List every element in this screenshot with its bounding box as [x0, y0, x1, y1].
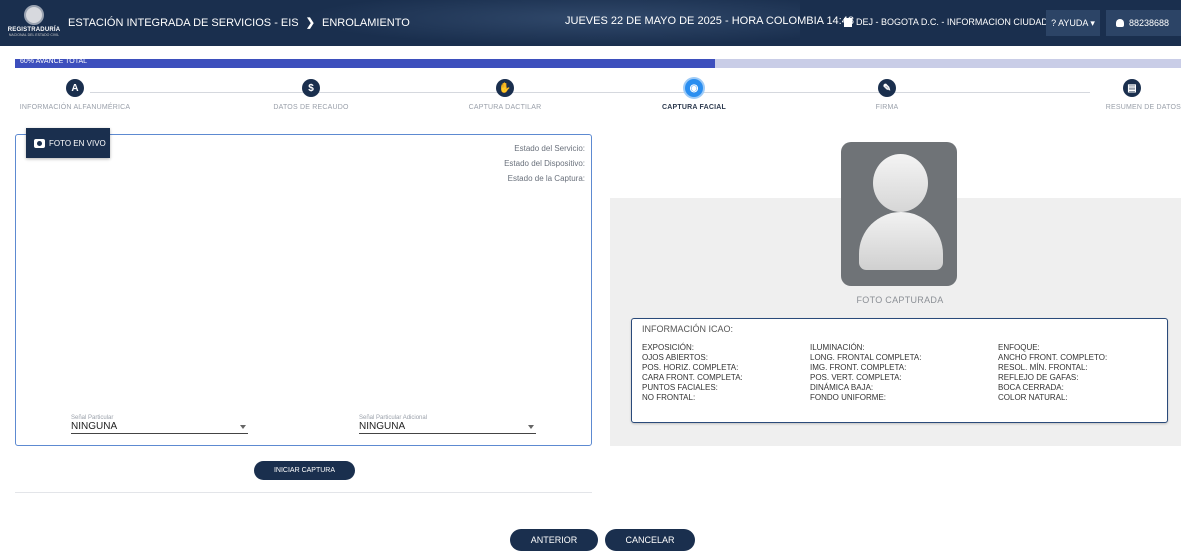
dollar-icon: $ [302, 79, 320, 97]
coat-of-arms-icon [24, 5, 44, 25]
icao-item: DINÁMICA BAJA: [810, 383, 874, 392]
additional-sign-select[interactable]: Señal Particular Adicional NINGUNA [359, 415, 536, 434]
icao-info-box: INFORMACIÓN ICAO: EXPOSICIÓN: ILUMINACIÓ… [631, 318, 1168, 423]
selected-value: NINGUNA [71, 421, 118, 432]
additional-sign-dropdown[interactable]: NINGUNA [359, 421, 536, 434]
avatar-placeholder-icon [841, 142, 957, 286]
step-captura-dactilar[interactable]: ✋ CAPTURA DACTILAR [415, 79, 595, 111]
help-menu-button[interactable]: ? AYUDA ▾ [1046, 10, 1100, 36]
step-firma[interactable]: ✎ FIRMA [797, 79, 977, 111]
camera-icon [34, 138, 45, 148]
icao-item: ILUMINACIÓN: [810, 343, 865, 352]
date-time-display: JUEVES 22 DE MAYO DE 2025 - HORA COLOMBI… [565, 15, 854, 27]
icao-item: EXPOSICIÓN: [642, 343, 695, 352]
progress-bar [15, 59, 1181, 68]
live-photo-label: FOTO EN VIVO [49, 138, 106, 148]
progress-label: 60% AVANCE TOTAL [20, 58, 88, 65]
icao-item: POS. VERT. COMPLETA: [810, 373, 902, 382]
step-label: RESUMEN DE DATOS [1105, 104, 1181, 111]
avatar-body [859, 212, 943, 270]
user-id: 88238688 [1129, 18, 1170, 28]
logo-subtext: NACIONAL DEL ESTADO CIVIL [8, 33, 60, 37]
office-label: DEJ - BOGOTA D.C. - INFORMACION CIUDADAN… [856, 17, 1067, 27]
icao-grid: EXPOSICIÓN: ILUMINACIÓN: ENFOQUE: OJOS A… [642, 343, 1162, 403]
section-title: ENROLAMIENTO [321, 17, 410, 29]
icao-item: FONDO UNIFORME: [810, 393, 886, 402]
step-captura-facial[interactable]: ◉ CAPTURA FACIAL [604, 79, 784, 111]
hand-icon: ✋ [496, 79, 514, 97]
building-icon [844, 17, 852, 27]
registraduria-logo: REGISTRADURÍA NACIONAL DEL ESTADO CIVIL [8, 5, 60, 41]
icao-item: RESOL. MÍN. FRONTAL: [998, 363, 1088, 372]
avatar-head [873, 154, 928, 212]
start-capture-button[interactable]: INICIAR CAPTURA [254, 461, 355, 480]
previous-button[interactable]: ANTERIOR [510, 529, 598, 551]
camera-icon: ◉ [685, 79, 703, 97]
breadcrumb: ESTACIÓN INTEGRADA DE SERVICIOS - EIS ❯ … [68, 16, 410, 29]
dropdown-arrow-icon [528, 424, 534, 429]
icao-item: ENFOQUE: [998, 343, 1040, 352]
icao-title: INFORMACIÓN ICAO: [642, 324, 734, 334]
step-informacion-alfanumerica[interactable]: A INFORMACIÓN ALFANUMÉRICA [0, 79, 165, 111]
pen-icon: ✎ [878, 79, 896, 97]
office-info: DEJ - BOGOTA D.C. - INFORMACION CIUDADAN… [844, 17, 1066, 27]
icao-item: LONG. FRONTAL COMPLETA: [810, 353, 922, 362]
icao-item: PUNTOS FACIALES: [642, 383, 718, 392]
icao-item: COLOR NATURAL: [998, 393, 1068, 402]
summary-card-icon: ▤ [1123, 79, 1141, 97]
step-resumen-de-datos[interactable]: ▤ RESUMEN DE DATOS [1025, 79, 1181, 111]
progress-fill [15, 59, 715, 68]
dropdown-arrow-icon [240, 424, 246, 429]
live-photo-tab: FOTO EN VIVO [26, 128, 110, 158]
captured-photo-label: FOTO CAPTURADA [856, 295, 944, 305]
step-label: CAPTURA FACIAL [662, 104, 726, 111]
icao-item: ANCHO FRONT. COMPLETO: [998, 353, 1108, 362]
service-status: Estado del Servicio: [514, 144, 585, 153]
app-title: ESTACIÓN INTEGRADA DE SERVICIOS - EIS [68, 17, 299, 29]
letter-a-icon: A [66, 79, 84, 97]
step-label: DATOS DE RECAUDO [273, 104, 349, 111]
cancel-button[interactable]: CANCELAR [605, 529, 695, 551]
step-label: INFORMACIÓN ALFANUMÉRICA [19, 104, 131, 111]
top-bar: REGISTRADURÍA NACIONAL DEL ESTADO CIVIL … [0, 0, 1181, 46]
icao-item: OJOS ABIERTOS: [642, 353, 708, 362]
icao-item: CARA FRONT. COMPLETA: [642, 373, 743, 382]
particular-sign-dropdown[interactable]: NINGUNA [71, 421, 248, 434]
step-datos-de-recaudo[interactable]: $ DATOS DE RECAUDO [221, 79, 401, 111]
selected-value: NINGUNA [359, 421, 406, 432]
icao-item: NO FRONTAL: [642, 393, 696, 402]
user-icon [1116, 19, 1124, 27]
divider [15, 492, 592, 493]
particular-sign-select[interactable]: Señal Particular NINGUNA [71, 415, 248, 434]
user-menu-button[interactable]: 88238688 [1106, 10, 1181, 36]
device-status: Estado del Dispositivo: [504, 159, 585, 168]
device-status-list: Estado del Servicio: Estado del Disposit… [480, 141, 585, 186]
step-label: FIRMA [875, 104, 899, 111]
step-label: CAPTURA DACTILAR [468, 104, 542, 111]
icao-item: REFLEJO DE GAFAS: [998, 373, 1079, 382]
icao-item: BOCA CERRADA: [998, 383, 1064, 392]
chevron-right-icon: ❯ [305, 17, 315, 29]
capture-status: Estado de la Captura: [507, 174, 585, 183]
icao-item: IMG. FRONT. COMPLETA: [810, 363, 907, 372]
icao-item: POS. HORIZ. COMPLETA: [642, 363, 739, 372]
